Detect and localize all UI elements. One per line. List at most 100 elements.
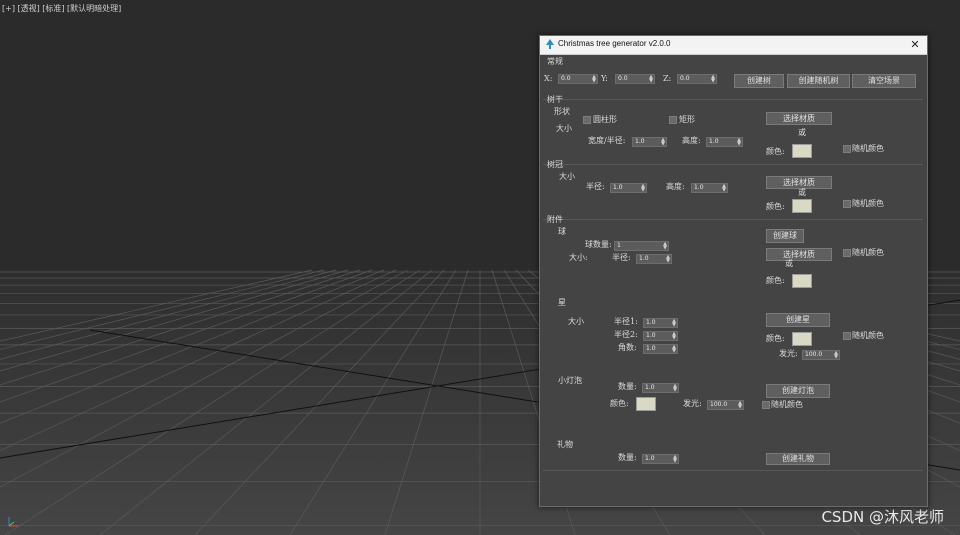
ball-or-label: 或 [785,259,793,268]
christmas-tree-dialog: Christmas tree generator v2.0.0 ✕ 常规 X: … [539,35,928,507]
clear-scene-button[interactable]: 清空场景 [852,74,916,88]
ball-color-swatch[interactable] [792,274,812,288]
y-spinner[interactable]: 0.0 ▲ ▼ [615,74,655,84]
crown-height-spinner[interactable]: 1.0 ▲ ▼ [691,183,728,193]
create-ball-button[interactable]: 创建球 [766,229,804,243]
star-radius1-spinner[interactable]: 1.0 ▲ ▼ [643,318,678,328]
gift-count-label: 数量: [618,453,637,462]
trunk-color-label: 颜色: [766,147,785,156]
cylinder-checkbox[interactable] [583,116,591,124]
x-value: 0.0 [561,75,571,82]
spinner-arrows-icon[interactable]: ▲ ▼ [738,401,742,410]
trunk-select-material-button[interactable]: 选择材质 [766,112,832,125]
spinner-arrows-icon[interactable]: ▲ ▼ [592,75,596,84]
spinner-arrows-icon[interactable]: ▲ ▼ [711,75,715,84]
create-bulb-button[interactable]: 创建灯泡 [766,384,830,398]
crown-height-value: 1.0 [694,184,704,191]
star-label: 星 [558,298,566,307]
axis-gizmo-icon [8,517,18,527]
ball-color-label: 颜色: [766,276,785,285]
y-value: 0.0 [618,75,628,82]
crown-radius-label: 半径: [586,182,605,191]
star-radius2-spinner[interactable]: 1.0 ▲ ▼ [643,331,678,341]
ball-radius-label: 半径: [612,253,631,262]
ball-count-label: 球数量: [585,240,612,249]
bulb-random-color-checkbox[interactable] [762,401,770,409]
ball-size-label: 大小: [569,253,588,262]
star-random-color-checkbox[interactable] [843,332,851,340]
star-glow-spinner[interactable]: 100.0 ▲ ▼ [802,350,840,360]
gift-label: 礼物 [557,440,573,449]
ball-count-spinner[interactable]: 1 ▲ ▼ [614,241,669,251]
bulb-count-value: 1.0 [645,384,655,391]
create-tree-button[interactable]: 创建树 [734,74,784,88]
trunk-color-swatch[interactable] [792,144,812,158]
star-color-label: 颜色: [766,334,785,343]
star-radius1-label: 半径1: [614,317,638,326]
spinner-arrows-icon[interactable]: ▲ ▼ [666,255,670,264]
close-icon[interactable]: ✕ [908,37,922,52]
spinner-arrows-icon[interactable]: ▲ ▼ [673,455,677,464]
ball-random-color-checkbox[interactable] [843,249,851,257]
crown-radius-value: 1.0 [613,184,623,191]
crown-color-swatch[interactable] [792,199,812,213]
trunk-height-value: 1.0 [709,138,719,145]
x-spinner[interactable]: 0.0 ▲ ▼ [558,74,598,84]
create-random-tree-button[interactable]: 创建随机树 [787,74,850,88]
crown-color-label: 颜色: [766,202,785,211]
z-spinner[interactable]: 0.0 ▲ ▼ [677,74,717,84]
gift-count-spinner[interactable]: 1.0 ▲ ▼ [642,454,679,464]
ball-label: 球 [558,227,566,236]
star-corners-label: 角数: [618,343,637,352]
create-star-button[interactable]: 创建星 [766,313,830,327]
create-gift-button[interactable]: 创建礼物 [766,453,830,465]
spinner-arrows-icon[interactable]: ▲ ▼ [641,184,645,193]
bulb-random-color-label: 随机颜色 [771,400,803,409]
trunk-size-label: 大小 [556,124,572,133]
width-radius-value: 1.0 [635,138,645,145]
spinner-arrows-icon[interactable]: ▲ ▼ [672,345,676,354]
bulb-color-swatch[interactable] [636,397,656,411]
crown-random-color-label: 随机颜色 [852,199,884,208]
section-crown: 树冠 [547,160,563,169]
ball-radius-spinner[interactable]: 1.0 ▲ ▼ [636,254,672,264]
spinner-arrows-icon[interactable]: ▲ ▼ [649,75,653,84]
star-radius2-label: 半径2: [614,330,638,339]
spinner-arrows-icon[interactable]: ▲ ▼ [737,138,741,147]
dialog-titlebar[interactable]: Christmas tree generator v2.0.0 ✕ [540,36,927,55]
star-color-swatch[interactable] [792,332,812,346]
crown-height-label: 高度: [666,182,685,191]
spinner-arrows-icon[interactable]: ▲ ▼ [663,242,667,251]
star-corners-spinner[interactable]: 1.0 ▲ ▼ [643,344,678,354]
crown-random-color-checkbox[interactable] [843,200,851,208]
cylinder-label: 圆柱形 [593,115,617,124]
star-size-label: 大小 [568,317,584,326]
spinner-arrows-icon[interactable]: ▲ ▼ [672,332,676,341]
y-label: Y: [601,74,608,83]
width-radius-spinner[interactable]: 1.0 ▲ ▼ [632,137,667,147]
width-radius-label: 宽度/半径: [588,136,626,145]
star-radius2-value: 1.0 [646,332,656,339]
gift-count-value: 1.0 [645,455,655,462]
spinner-arrows-icon[interactable]: ▲ ▼ [661,138,665,147]
bulb-glow-spinner[interactable]: 100.0 ▲ ▼ [707,400,744,410]
trunk-group-divider [543,99,923,100]
bulb-count-spinner[interactable]: 1.0 ▲ ▼ [642,383,679,393]
spinner-arrows-icon[interactable]: ▲ ▼ [722,184,726,193]
ball-radius-value: 1.0 [639,255,649,262]
star-corners-value: 1.0 [646,345,656,352]
trunk-random-color-checkbox[interactable] [843,145,851,153]
crown-radius-spinner[interactable]: 1.0 ▲ ▼ [610,183,647,193]
spinner-arrows-icon[interactable]: ▲ ▼ [834,351,838,360]
attachments-group-divider [543,219,923,220]
spinner-arrows-icon[interactable]: ▲ ▼ [673,384,677,393]
trunk-random-color-label: 随机颜色 [852,144,884,153]
spinner-arrows-icon[interactable]: ▲ ▼ [672,319,676,328]
rectangle-checkbox[interactable] [669,116,677,124]
ball-select-material-button[interactable]: 选择材质 [766,248,832,261]
section-attachments: 附件 [547,215,563,224]
star-glow-value: 100.0 [805,351,823,358]
trunk-height-spinner[interactable]: 1.0 ▲ ▼ [706,137,743,147]
viewport-label[interactable]: [+] [透视] [标准] [默认明暗处理] [2,3,121,14]
star-radius1-value: 1.0 [646,319,656,326]
